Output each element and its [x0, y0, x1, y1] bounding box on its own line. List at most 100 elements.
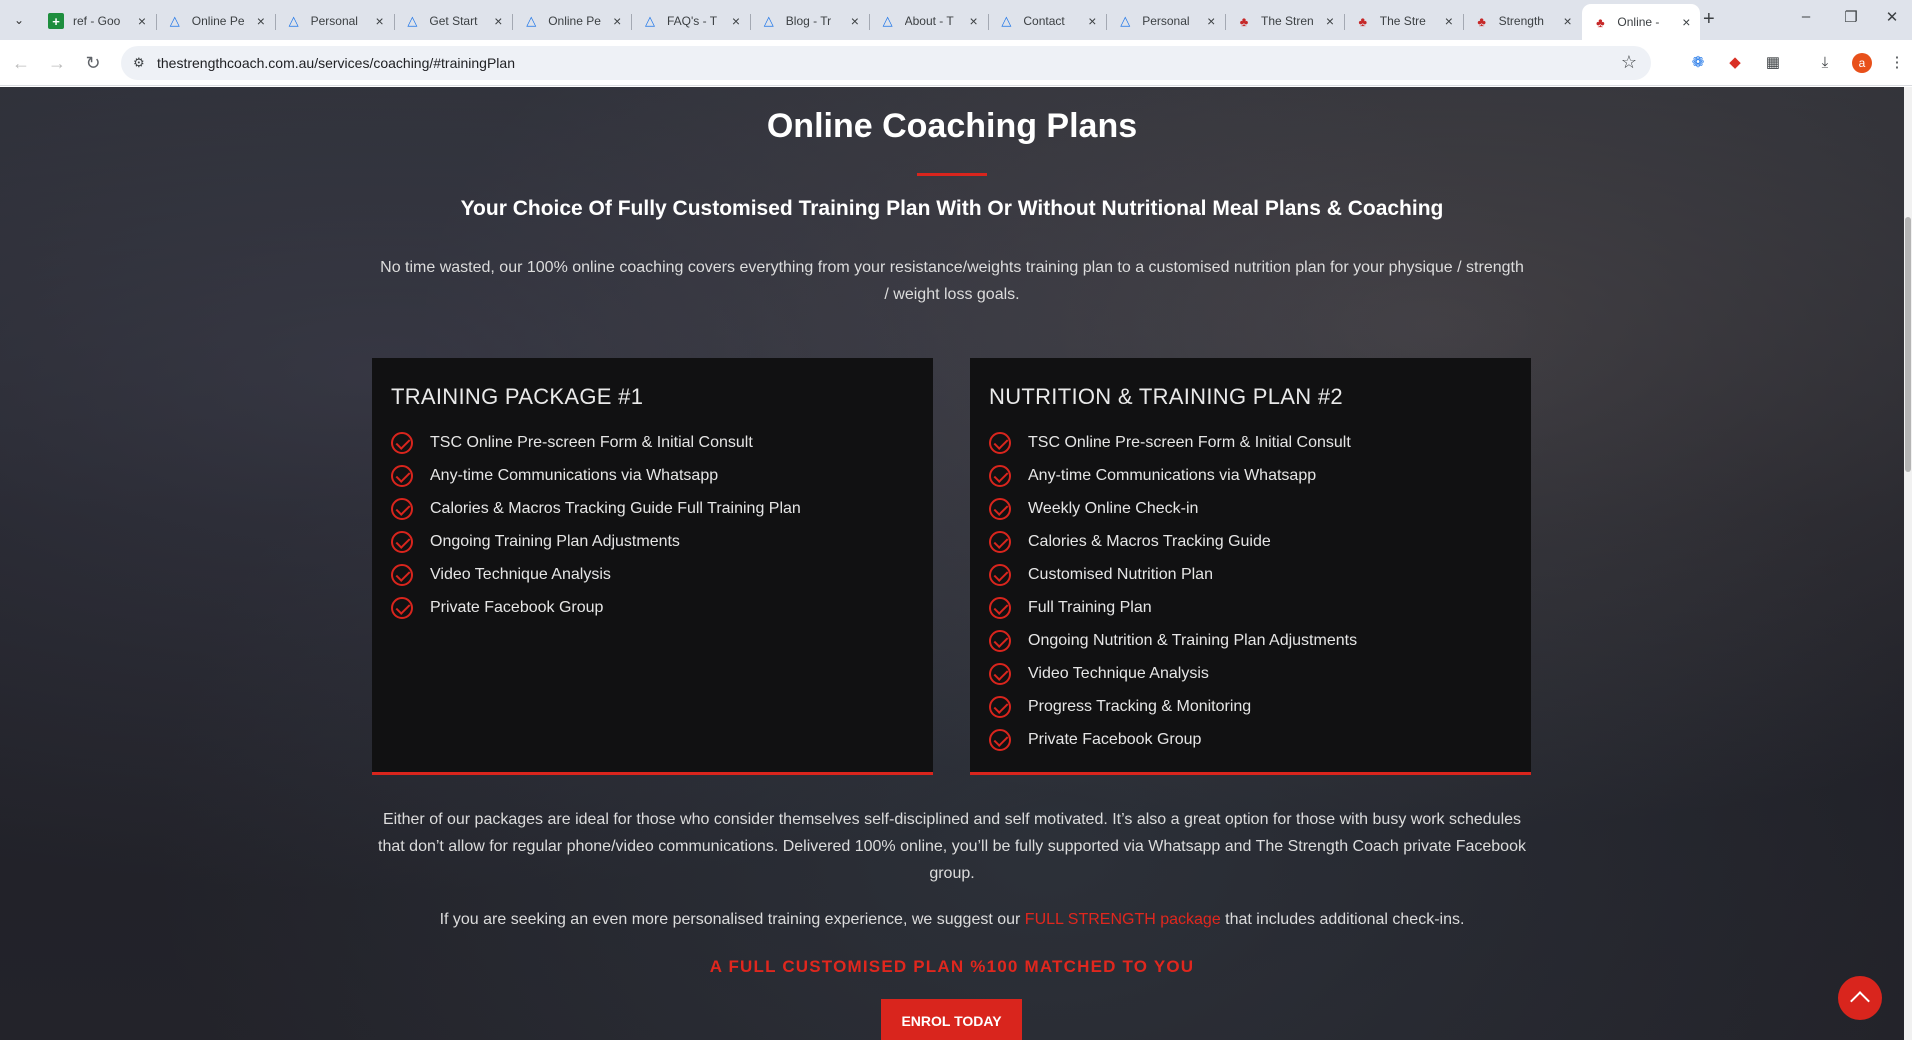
tab-title: Personal: [1142, 14, 1190, 28]
sheets-icon: +: [48, 13, 64, 29]
browser-tab[interactable]: △ Online Pe ×: [157, 6, 276, 36]
tab-close-icon[interactable]: ×: [1441, 13, 1457, 29]
page-title: Online Coaching Plans: [766, 107, 1138, 145]
new-tab-plus-icon[interactable]: +: [1703, 8, 1715, 31]
tab-close-icon[interactable]: ×: [253, 13, 269, 29]
check-circle-icon: [989, 629, 1011, 652]
tsc-icon: ♣: [1358, 13, 1368, 29]
tab-close-icon[interactable]: ×: [847, 13, 863, 29]
tab-close-icon[interactable]: ×: [728, 13, 744, 29]
package-feature-label: Customised Nutrition Plan: [1028, 565, 1213, 583]
package-feature-label: Ongoing Training Plan Adjustments: [430, 532, 680, 550]
browser-tab[interactable]: △ Online Pe ×: [513, 6, 633, 36]
full-strength-package-link[interactable]: FULL STRENGTH package: [1025, 911, 1221, 928]
browser-tab[interactable]: ♣ Online - ×: [1582, 4, 1701, 40]
bookmark-star-icon[interactable]: ☆: [1621, 52, 1637, 73]
tab-search-chevron-icon[interactable]: ⌄: [8, 9, 30, 31]
site-info-icon[interactable]: ⚙: [133, 55, 145, 71]
check-circle-icon: [391, 497, 413, 520]
packages-info-paragraph: Either of our packages are ideal for tho…: [378, 811, 1526, 882]
back-to-top-icon[interactable]: [1838, 976, 1882, 1020]
back-arrow-icon[interactable]: ←: [8, 50, 34, 76]
forward-arrow-icon[interactable]: →: [44, 50, 70, 76]
package-feature-label: Private Facebook Group: [430, 598, 604, 616]
menu-kebab-icon[interactable]: ⋮: [1886, 52, 1908, 74]
browser-tab[interactable]: △ Personal ×: [276, 6, 395, 36]
suggestion-text-before: If you are seeking an even more personal…: [439, 911, 1025, 928]
url-text[interactable]: thestrengthcoach.com.au/services/coachin…: [157, 55, 515, 71]
tab-close-icon[interactable]: ×: [490, 13, 506, 29]
package-feature-label: Any-time Communications via Whatsapp: [430, 466, 719, 484]
package-feature-item: Private Facebook Group: [391, 591, 801, 624]
tab-title: About - T: [904, 14, 954, 28]
extension-shield-icon[interactable]: ◆: [1724, 52, 1746, 74]
suggestion-text-after: that includes additional check-ins.: [1220, 911, 1465, 928]
tab-close-icon[interactable]: ×: [372, 13, 388, 29]
tab-title: The Stre: [1379, 14, 1426, 28]
page-scrollbar[interactable]: [1904, 87, 1912, 1040]
downloads-icon[interactable]: ⤓: [1814, 52, 1836, 74]
package-feature-item: Calories & Macros Tracking Guide Full Tr…: [391, 492, 801, 525]
tab-close-icon[interactable]: ×: [134, 13, 150, 29]
triangle-icon: △: [288, 13, 299, 28]
tab-title: Strength: [1498, 14, 1544, 28]
extension-blue-icon[interactable]: ❁: [1687, 52, 1709, 74]
tab-title: Contact: [1023, 14, 1065, 28]
tab-title: Get Start: [429, 14, 478, 28]
tab-close-icon[interactable]: ×: [1560, 13, 1576, 29]
restore-icon[interactable]: ❐: [1831, 8, 1871, 26]
package-title: TRAINING PACKAGE #1: [391, 384, 644, 409]
tab-title: FAQ's - T: [667, 14, 718, 28]
browser-tab[interactable]: △ Personal ×: [1107, 6, 1227, 36]
browser-tab[interactable]: ♣ The Stre ×: [1345, 6, 1464, 36]
cta-tagline: A FULL CUSTOMISED PLAN %100 MATCHED TO Y…: [709, 957, 1195, 976]
scrollbar-thumb[interactable]: [1905, 217, 1911, 472]
tab-close-icon[interactable]: ×: [966, 13, 982, 29]
browser-tab[interactable]: △ Blog - Tr ×: [751, 6, 870, 36]
package-feature-item: TSC Online Pre-screen Form & Initial Con…: [391, 426, 801, 459]
package-feature-label: Progress Tracking & Monitoring: [1028, 697, 1252, 715]
profile-avatar[interactable]: a: [1852, 53, 1872, 73]
package-feature-item: Calories & Macros Tracking Guide: [989, 525, 1357, 558]
tab-title: Personal: [310, 14, 358, 28]
check-circle-icon: [989, 497, 1011, 520]
page-subtitle: Your Choice Of Fully Customised Training…: [460, 197, 1444, 220]
minimize-icon[interactable]: –: [1786, 8, 1826, 25]
check-circle-icon: [989, 530, 1011, 553]
check-circle-icon: [989, 695, 1011, 718]
triangle-icon: △: [1120, 13, 1131, 28]
check-circle-icon: [989, 431, 1011, 454]
tab-close-icon[interactable]: ×: [609, 13, 625, 29]
browser-tab[interactable]: + ref - Goo ×: [38, 6, 157, 36]
tab-close-icon[interactable]: ×: [1678, 14, 1694, 30]
browser-tab[interactable]: ♣ The Stren ×: [1226, 6, 1345, 36]
enrol-today-button[interactable]: ENROL TODAY: [881, 999, 1022, 1040]
reload-icon[interactable]: ↻: [80, 50, 106, 76]
browser-tab[interactable]: △ Get Start ×: [394, 6, 514, 36]
tab-close-icon[interactable]: ×: [1203, 13, 1219, 29]
tab-title: Online Pe: [548, 14, 601, 28]
package-feature-item: Video Technique Analysis: [391, 558, 801, 591]
tab-close-icon[interactable]: ×: [1084, 13, 1100, 29]
address-bar[interactable]: ⚙ thestrengthcoach.com.au/services/coach…: [121, 46, 1651, 80]
browser-tab[interactable]: △ FAQ's - T ×: [632, 6, 751, 36]
tab-title: Blog - Tr: [785, 14, 832, 28]
check-circle-icon: [989, 662, 1011, 685]
browser-tab[interactable]: △ Contact ×: [988, 6, 1108, 36]
package-feature-label: Weekly Online Check-in: [1028, 499, 1199, 517]
package-feature-item: Any-time Communications via Whatsapp: [391, 459, 801, 492]
triangle-icon: △: [763, 13, 774, 28]
title-divider: [917, 173, 987, 176]
package-feature-item: Any-time Communications via Whatsapp: [989, 459, 1357, 492]
browser-tab[interactable]: ♣ Strength ×: [1464, 6, 1583, 36]
package-feature-label: TSC Online Pre-screen Form & Initial Con…: [1028, 433, 1351, 451]
close-window-icon[interactable]: ✕: [1872, 8, 1912, 26]
triangle-icon: △: [882, 13, 893, 28]
tab-close-icon[interactable]: ×: [1322, 13, 1338, 29]
tab-title: The Stren: [1261, 14, 1314, 28]
triangle-icon: △: [1001, 13, 1012, 28]
package-feature-label: Video Technique Analysis: [430, 565, 611, 583]
package-feature-item: Full Training Plan: [989, 591, 1357, 624]
extensions-puzzle-icon[interactable]: ▦: [1762, 52, 1784, 74]
browser-tab[interactable]: △ About - T ×: [870, 6, 989, 36]
